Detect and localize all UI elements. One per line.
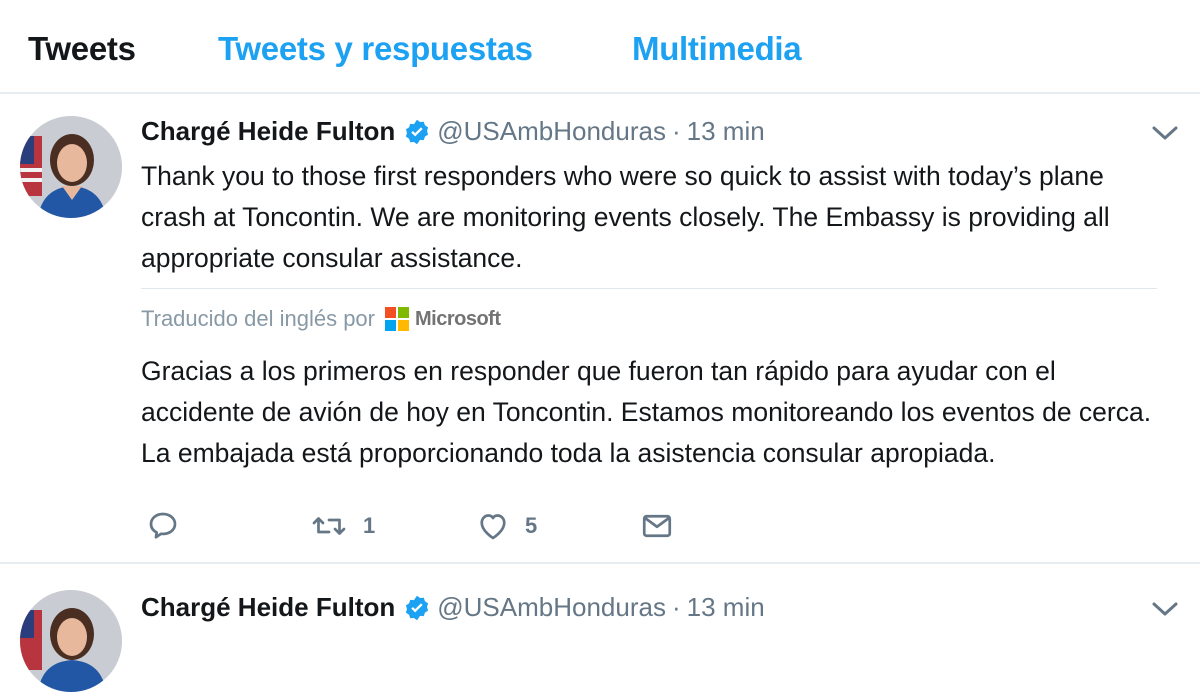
translation-attribution: Traducido del inglés por Microsoft [141, 306, 501, 332]
tweet-header: Chargé Heide Fulton @USAmbHonduras · 13 … [141, 592, 765, 623]
reply-button[interactable] [145, 508, 181, 544]
retweet-count: 1 [363, 513, 376, 538]
separator-dot: · [671, 592, 681, 622]
tab-tweets-and-replies[interactable]: Tweets y respuestas [218, 30, 533, 68]
reply-icon [145, 508, 181, 544]
profile-tabs: Tweets Tweets y respuestas Multimedia [0, 0, 1200, 94]
chevron-down-icon[interactable] [1150, 598, 1180, 620]
author-name[interactable]: Chargé Heide Fulton [141, 592, 395, 623]
tweet-timestamp[interactable]: 13 min [687, 592, 765, 623]
heart-icon [475, 508, 511, 544]
verified-badge-icon [403, 118, 431, 146]
verified-badge-icon [403, 594, 431, 622]
translator-name: Microsoft [415, 307, 501, 330]
avatar[interactable] [20, 590, 122, 692]
tab-tweets[interactable]: Tweets [28, 30, 136, 68]
tweet-actions: 1 5 [141, 508, 841, 552]
tweet[interactable]: Chargé Heide Fulton @USAmbHonduras · 13 … [0, 94, 1200, 564]
translated-text: Gracias a los primeros en responder que … [141, 356, 1152, 468]
chevron-down-icon[interactable] [1150, 122, 1180, 144]
avatar-portrait-icon [20, 590, 122, 692]
retweet-icon [309, 508, 349, 544]
tweet[interactable]: Chargé Heide Fulton @USAmbHonduras · 13 … [0, 566, 1200, 692]
retweet-button[interactable]: 1 [309, 508, 375, 544]
divider [141, 288, 1157, 289]
avatar[interactable] [20, 116, 122, 218]
tweet-text: Thank you to those first responders who … [141, 161, 1110, 273]
tweet-header: Chargé Heide Fulton @USAmbHonduras · 13 … [141, 116, 765, 147]
like-count: 5 [525, 513, 538, 538]
author-name[interactable]: Chargé Heide Fulton [141, 116, 395, 147]
avatar-portrait-icon [20, 116, 122, 218]
direct-message-button[interactable] [639, 508, 675, 544]
separator-dot: · [671, 116, 681, 146]
author-handle[interactable]: @USAmbHonduras [437, 116, 666, 147]
translated-label: Traducido del inglés por [141, 306, 375, 331]
tab-media[interactable]: Multimedia [632, 30, 802, 68]
envelope-icon [639, 508, 675, 544]
tweet-timestamp[interactable]: 13 min [687, 116, 765, 147]
like-button[interactable]: 5 [475, 508, 537, 544]
author-handle[interactable]: @USAmbHonduras [437, 592, 666, 623]
microsoft-logo-icon [385, 307, 409, 331]
